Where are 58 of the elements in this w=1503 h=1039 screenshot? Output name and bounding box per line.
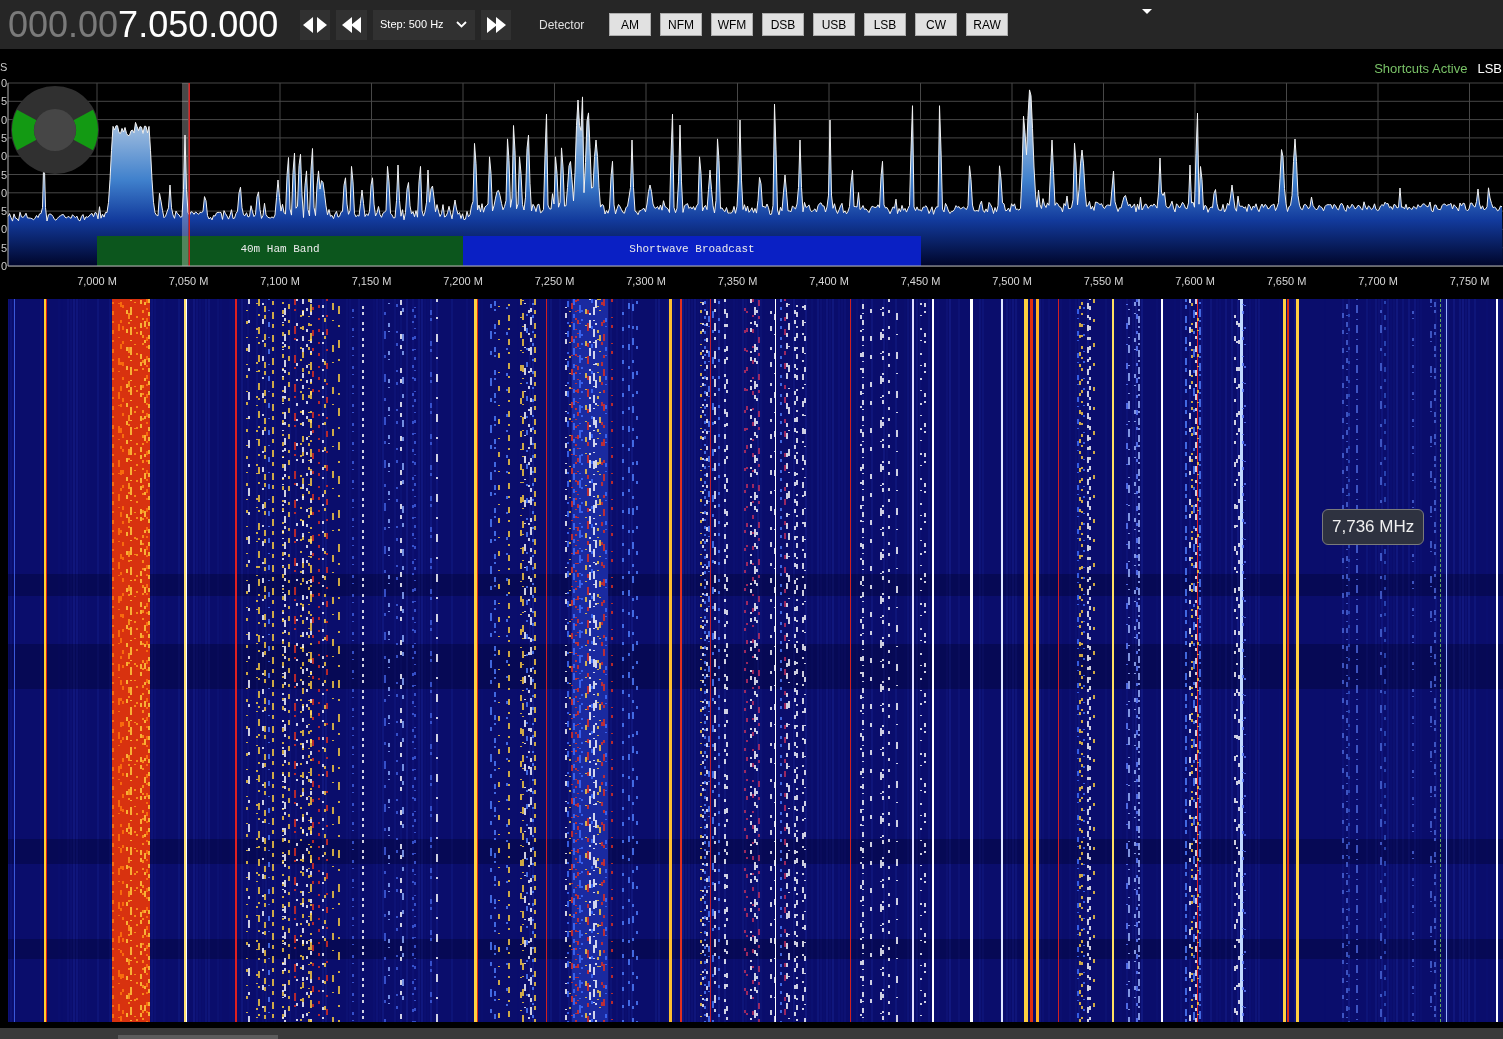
- axis-label: 0: [0, 260, 7, 272]
- shortcuts-status: Shortcuts Active: [1374, 61, 1468, 76]
- mode-button[interactable]: LSB: [864, 13, 906, 36]
- frequency-tooltip: 7,736 MHz: [1322, 509, 1425, 545]
- mode-button[interactable]: WFM: [711, 13, 753, 36]
- axis-label: 5: [0, 241, 7, 254]
- frequency-prefix[interactable]: 000.00: [8, 6, 119, 43]
- axis-label: 7,650 M: [1266, 275, 1307, 287]
- mode-button[interactable]: CW: [915, 13, 957, 36]
- axis-label: 7,200 M: [443, 275, 483, 287]
- unit-label: S: [0, 61, 8, 74]
- axis-label: 7,000 M: [77, 275, 117, 287]
- mode-button[interactable]: DSB: [762, 13, 804, 36]
- rewind-button[interactable]: [336, 9, 367, 40]
- axis-label: 7,350 M: [717, 275, 758, 287]
- axis-label: 5: [0, 95, 7, 108]
- left-right-arrows-icon: [303, 16, 327, 33]
- axis-label: 7,600 M: [1175, 275, 1215, 287]
- axis-label: 7,300 M: [626, 275, 666, 287]
- axis-label: 0: [0, 113, 7, 126]
- current-mode-label: LSB: [1477, 61, 1502, 76]
- axis-label: 7,150 M: [351, 275, 392, 287]
- scrollbar[interactable]: [0, 1028, 1503, 1039]
- axis-label: 7,400 M: [809, 275, 849, 287]
- fast-forward-icon: [486, 16, 506, 33]
- axis-label: 7,100 M: [260, 275, 300, 287]
- mode-button[interactable]: RAW: [966, 13, 1008, 36]
- band-label: 40m Ham Band: [240, 243, 320, 255]
- caret-down-icon[interactable]: [1142, 9, 1152, 14]
- frequency-display[interactable]: 7.050.000: [118, 6, 279, 43]
- axis-label: 0: [0, 223, 7, 236]
- chevron-down-icon: [456, 21, 467, 28]
- band-label: Shortwave Broadcast: [629, 243, 755, 255]
- axis-label: 7,750 M: [1449, 275, 1490, 287]
- axis-label: 7,250 M: [534, 275, 575, 287]
- axis-label: 0: [0, 186, 7, 199]
- waterfall-drawing[interactable]: [8, 299, 1503, 1022]
- rewind-icon: [342, 16, 361, 33]
- swap-button[interactable]: [300, 9, 330, 40]
- scrollbar-thumb[interactable]: [118, 1035, 278, 1039]
- axis-label: 7,450 M: [900, 275, 941, 287]
- fast-forward-button[interactable]: [481, 9, 511, 40]
- mode-button[interactable]: USB: [813, 13, 855, 36]
- axis-label: 0: [0, 77, 7, 89]
- tuning-marker[interactable]: [182, 83, 190, 266]
- axis-label: 5: [0, 205, 7, 218]
- axis-label: 7,050 M: [168, 275, 209, 287]
- mode-button[interactable]: AM: [609, 13, 651, 36]
- axis-label: 7,700 M: [1358, 275, 1398, 287]
- axis-label: 0: [0, 150, 7, 163]
- dial-icon[interactable]: [11, 86, 99, 174]
- mode-button[interactable]: NFM: [660, 13, 702, 36]
- axis-label: 5: [0, 131, 7, 144]
- axis-label: 7,550 M: [1083, 275, 1124, 287]
- detector-label: Detector: [539, 16, 585, 34]
- axis-label: 7,500 M: [992, 275, 1032, 287]
- step-dropdown[interactable]: Step: 500 Hz: [373, 9, 475, 40]
- axis-label: 5: [0, 168, 7, 181]
